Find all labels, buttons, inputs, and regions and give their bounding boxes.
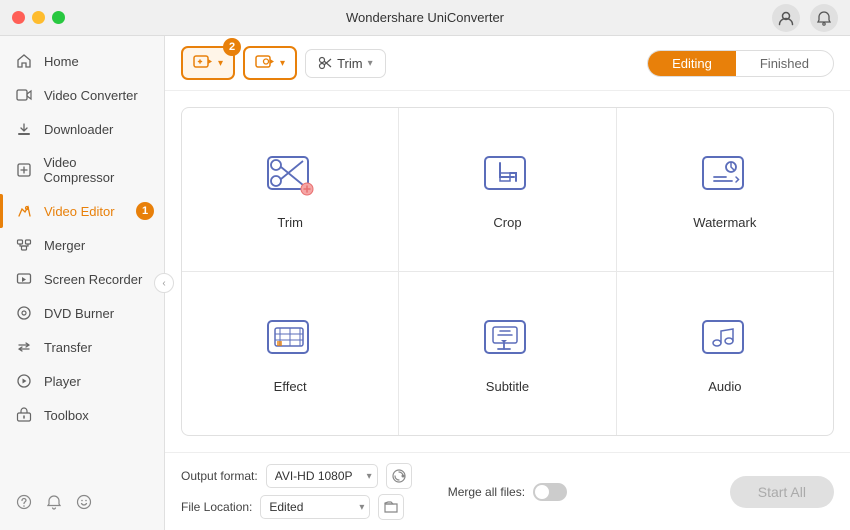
close-button[interactable] bbox=[12, 11, 25, 24]
sidebar-item-screen-recorder[interactable]: Screen Recorder bbox=[0, 262, 164, 296]
output-format-select[interactable]: AVI-HD 1080P bbox=[266, 464, 378, 488]
sidebar-item-label: Merger bbox=[44, 238, 85, 253]
notification-icon[interactable] bbox=[810, 4, 838, 32]
sidebar-item-label: Toolbox bbox=[44, 408, 89, 423]
video-editor-icon bbox=[16, 203, 34, 219]
sidebar-item-toolbox[interactable]: Toolbox bbox=[0, 398, 164, 432]
output-format-icon-btn[interactable] bbox=[386, 463, 412, 489]
effect-chevron: ▾ bbox=[280, 58, 285, 69]
home-icon bbox=[16, 53, 34, 69]
sidebar-item-player[interactable]: Player bbox=[0, 364, 164, 398]
subtitle-label: Subtitle bbox=[486, 379, 529, 394]
output-format-field: Output format: AVI-HD 1080P bbox=[181, 463, 412, 489]
file-location-icon-btn[interactable] bbox=[378, 494, 404, 520]
transfer-icon bbox=[16, 339, 34, 355]
audio-card[interactable]: Audio bbox=[617, 272, 833, 435]
add-media-icon bbox=[193, 54, 213, 72]
subtitle-card[interactable]: Subtitle bbox=[399, 272, 615, 435]
watermark-label: Watermark bbox=[693, 215, 756, 230]
help-icon[interactable] bbox=[16, 494, 32, 510]
toolbox-icon bbox=[16, 407, 34, 423]
start-all-button[interactable]: Start All bbox=[730, 476, 834, 508]
screen-recorder-icon bbox=[16, 271, 34, 287]
file-location-label: File Location: bbox=[181, 500, 252, 514]
file-location-field: File Location: Edited bbox=[181, 494, 412, 520]
effect-icon bbox=[255, 54, 275, 72]
merge-toggle[interactable] bbox=[533, 483, 567, 501]
dvd-burner-icon bbox=[16, 305, 34, 321]
sidebar-item-video-converter[interactable]: Video Converter bbox=[0, 78, 164, 112]
effect-card-icon bbox=[264, 313, 316, 365]
sidebar-item-label: Video Editor bbox=[44, 204, 115, 219]
content-area: ▾ 2 ▾ Trim bbox=[165, 36, 850, 530]
sidebar-item-downloader[interactable]: Downloader bbox=[0, 112, 164, 146]
sidebar: Home Video Converter Downloader bbox=[0, 36, 165, 530]
merge-label: Merge all files: bbox=[448, 485, 525, 499]
editing-tab[interactable]: Editing bbox=[648, 51, 736, 76]
sidebar-item-merger[interactable]: Merger bbox=[0, 228, 164, 262]
sidebar-item-label: Video Compressor bbox=[44, 155, 148, 185]
maximize-button[interactable] bbox=[52, 11, 65, 24]
editing-tabs: Editing Finished bbox=[647, 50, 834, 77]
sidebar-item-video-editor[interactable]: Video Editor 1 bbox=[0, 194, 164, 228]
effect-card[interactable]: Effect bbox=[182, 272, 398, 435]
video-editor-badge: 1 bbox=[136, 202, 154, 220]
sidebar-item-label: Transfer bbox=[44, 340, 92, 355]
file-location-select[interactable]: Edited bbox=[260, 495, 370, 519]
effect-label: Effect bbox=[274, 379, 307, 394]
output-format-label: Output format: bbox=[181, 469, 258, 483]
video-converter-icon bbox=[16, 87, 34, 103]
crop-label: Crop bbox=[493, 215, 521, 230]
file-location-select-wrap[interactable]: Edited bbox=[260, 495, 370, 519]
sidebar-item-label: DVD Burner bbox=[44, 306, 114, 321]
trim-button[interactable]: Trim ▾ bbox=[305, 49, 386, 78]
user-icon[interactable] bbox=[772, 4, 800, 32]
title-actions bbox=[772, 4, 838, 32]
trim-card[interactable]: Trim bbox=[182, 108, 398, 271]
add-media-chevron: ▾ bbox=[218, 58, 223, 69]
sidebar-item-transfer[interactable]: Transfer bbox=[0, 330, 164, 364]
trim-label: Trim bbox=[277, 215, 303, 230]
crop-card-icon bbox=[481, 149, 533, 201]
effect-button[interactable]: ▾ bbox=[243, 46, 297, 80]
sidebar-item-label: Downloader bbox=[44, 122, 113, 137]
sidebar-notification-icon[interactable] bbox=[46, 494, 62, 510]
finished-tab[interactable]: Finished bbox=[736, 51, 833, 76]
add-media-button[interactable]: ▾ 2 bbox=[181, 46, 235, 80]
toolbar: ▾ 2 ▾ Trim bbox=[165, 36, 850, 91]
sidebar-footer bbox=[0, 482, 164, 522]
app-title: Wondershare UniConverter bbox=[346, 10, 504, 25]
audio-card-icon bbox=[699, 313, 751, 365]
sidebar-item-label: Home bbox=[44, 54, 79, 69]
window-controls bbox=[12, 11, 65, 24]
editor-grid: Trim Crop bbox=[181, 107, 834, 436]
feedback-icon[interactable] bbox=[76, 494, 92, 510]
video-compressor-icon bbox=[16, 162, 34, 178]
minimize-button[interactable] bbox=[32, 11, 45, 24]
merger-icon bbox=[16, 237, 34, 253]
watermark-card[interactable]: Watermark bbox=[617, 108, 833, 271]
sidebar-item-label: Video Converter bbox=[44, 88, 138, 103]
player-icon bbox=[16, 373, 34, 389]
sidebar-item-dvd-burner[interactable]: DVD Burner bbox=[0, 296, 164, 330]
sidebar-collapse[interactable]: ‹ bbox=[154, 273, 174, 293]
trim-card-icon bbox=[264, 149, 316, 201]
output-format-select-wrap[interactable]: AVI-HD 1080P bbox=[266, 464, 378, 488]
trim-label: Trim bbox=[337, 56, 363, 71]
watermark-card-icon bbox=[699, 149, 751, 201]
audio-label: Audio bbox=[708, 379, 741, 394]
sidebar-item-video-compressor[interactable]: Video Compressor bbox=[0, 146, 164, 194]
bottom-bar: Output format: AVI-HD 1080P bbox=[165, 452, 850, 530]
sidebar-item-label: Screen Recorder bbox=[44, 272, 142, 287]
sidebar-item-label: Player bbox=[44, 374, 81, 389]
title-bar: Wondershare UniConverter bbox=[0, 0, 850, 36]
add-media-badge: 2 bbox=[223, 38, 241, 56]
subtitle-card-icon bbox=[481, 313, 533, 365]
sidebar-item-home[interactable]: Home bbox=[0, 44, 164, 78]
merge-section: Merge all files: bbox=[448, 483, 567, 501]
downloader-icon bbox=[16, 121, 34, 137]
crop-card[interactable]: Crop bbox=[399, 108, 615, 271]
